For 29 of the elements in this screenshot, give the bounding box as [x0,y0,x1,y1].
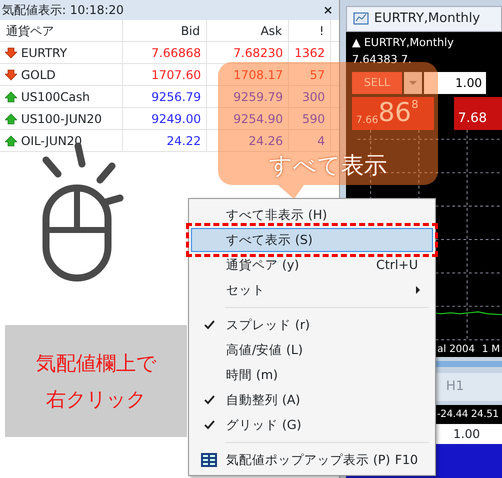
axis-label: al 2004 [437,343,475,357]
shortcut-key: F10 [394,450,432,470]
bid-price: 9256.79 [151,88,201,106]
bid-price: 24.22 [166,132,201,150]
spread-value: 300 [302,88,325,106]
bid-price: 9249.00 [151,110,201,128]
axis-label: 1 M [482,343,500,357]
note-text: 気配値欄上で [36,350,156,377]
panel-title: 気配値表示: 10:18:20 [2,2,124,19]
spread-value: 57 [310,66,325,84]
symbol-name: GOLD [21,66,56,84]
symbol-name: EURTRY [21,44,68,62]
bid-price: 7.66868 [151,44,201,62]
window-title: EURTRY,Monthly [374,10,480,28]
ask-price: 7.68230 [233,44,283,62]
ask-price: 9254.90 [233,110,283,128]
ask-price: 1708.17 [233,66,283,84]
note-text: 右クリック [46,386,146,413]
spread-value: 590 [302,110,325,128]
symbol-name: US100-JUN20 [21,110,102,128]
ask-price: 9259.79 [233,88,283,106]
callout-text: すべて表示 [269,155,387,178]
spread-value: 1362 [294,44,325,62]
bid-price: 1707.60 [151,66,201,84]
chart-header: ▲ EURTRY,Monthly 7.64383 7. [352,35,455,68]
ask-price: 24.26 [248,132,283,150]
shortcut-key: Ctrl+U [376,256,432,274]
spread-value: 4 [317,132,325,150]
symbol-name: US100Cash [21,88,90,106]
